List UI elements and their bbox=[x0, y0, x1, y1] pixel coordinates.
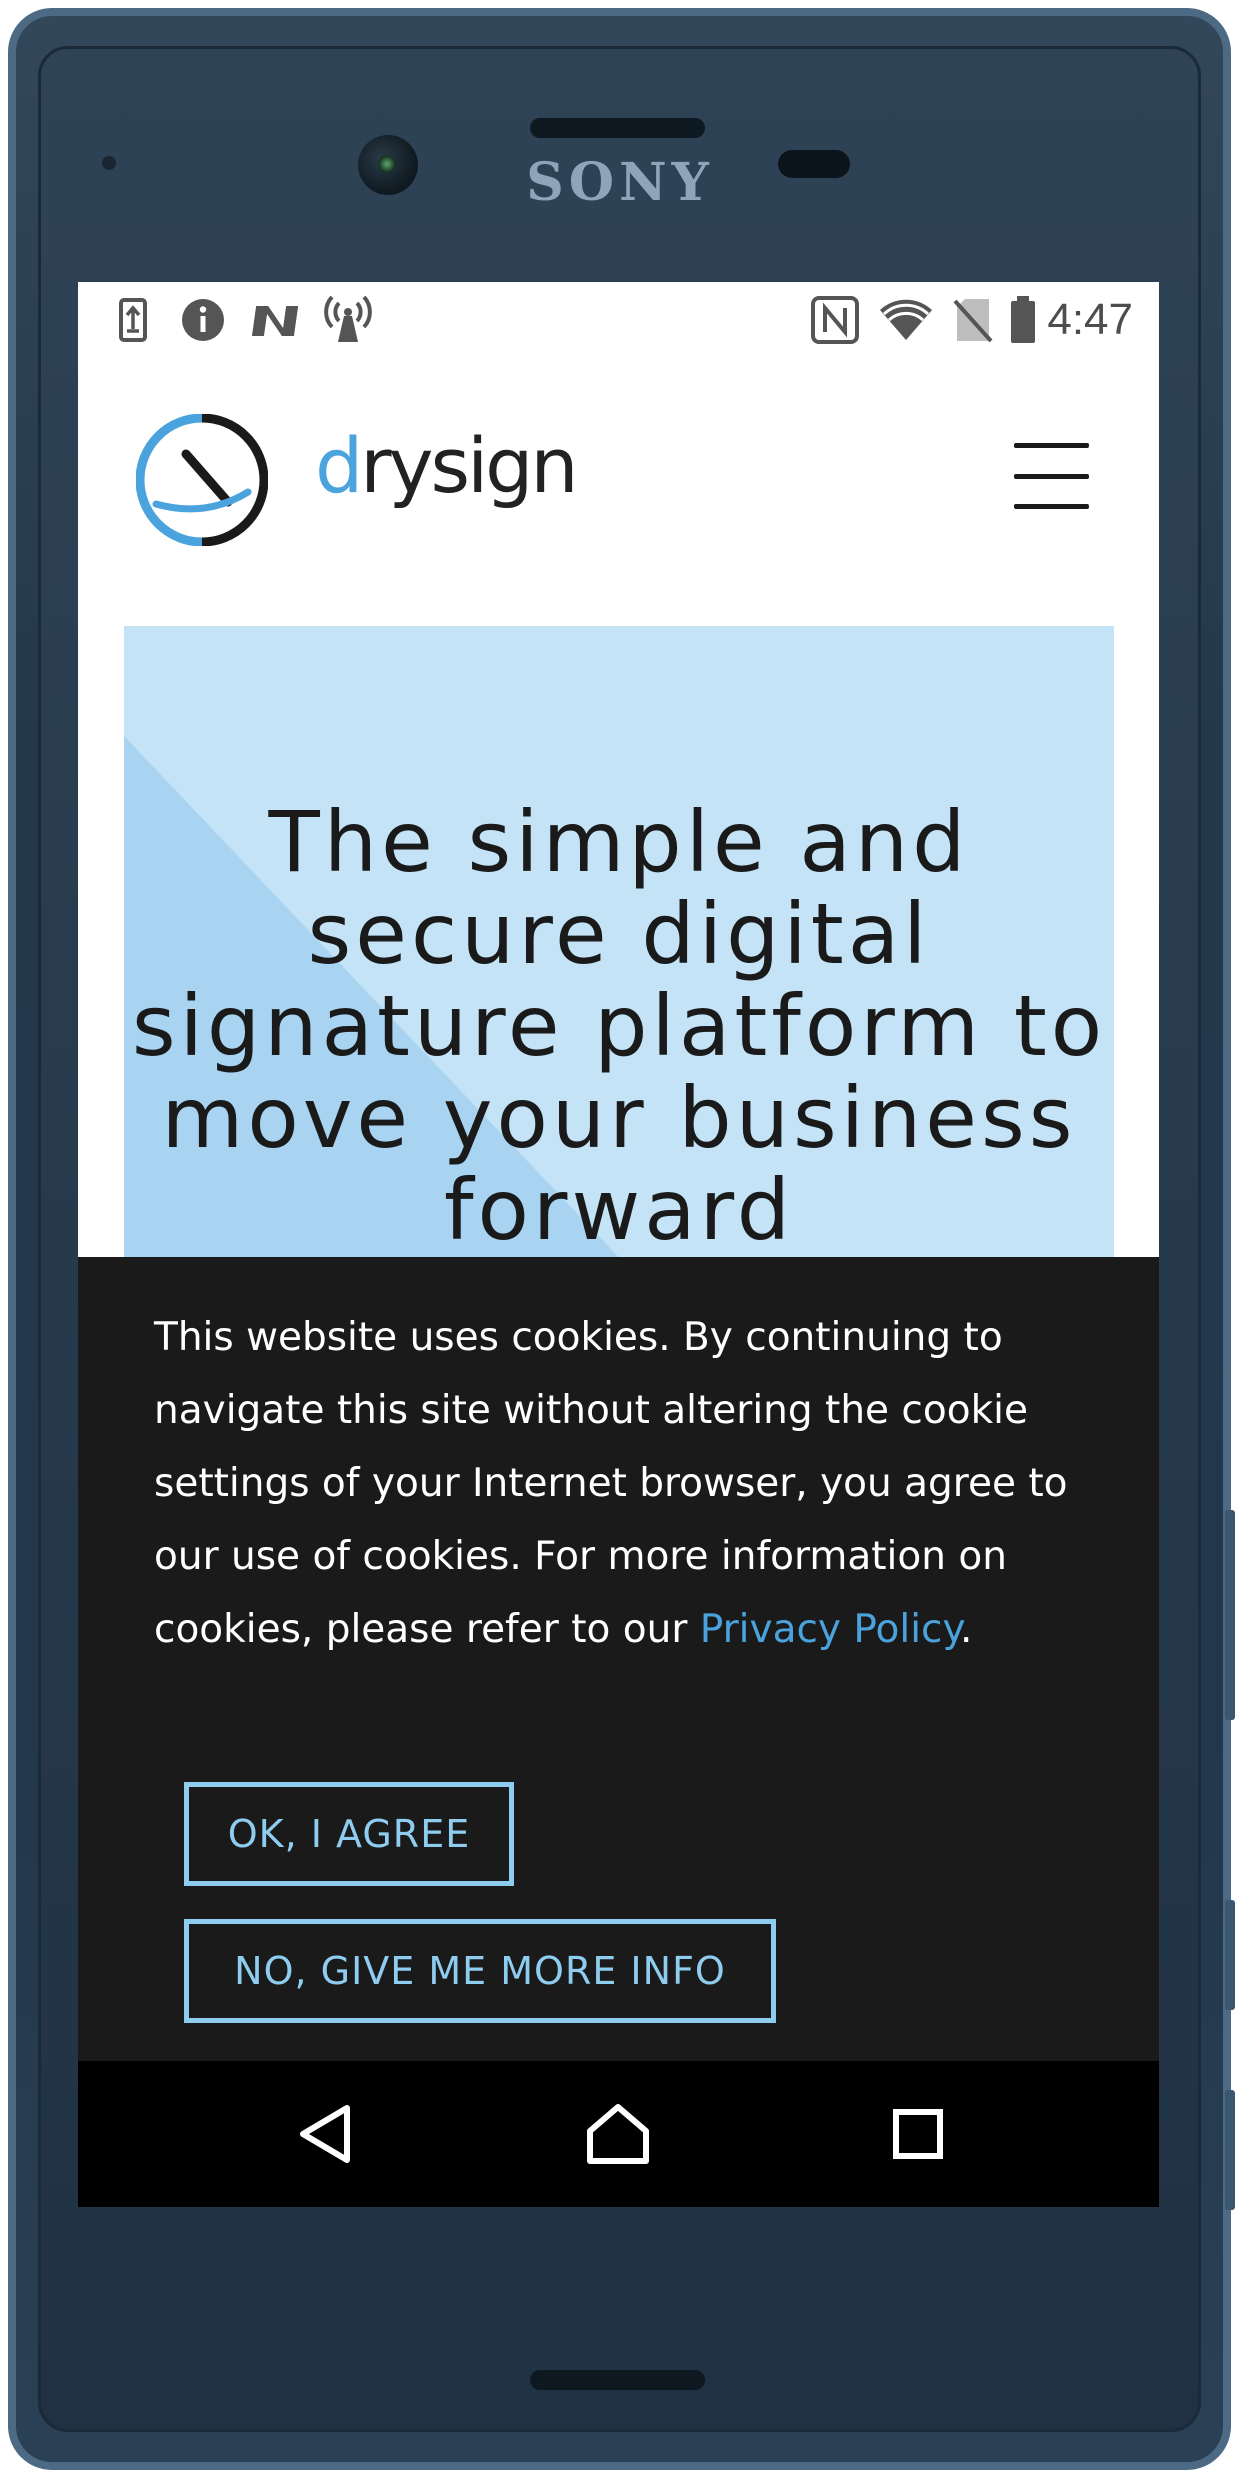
wifi-icon bbox=[878, 296, 934, 344]
logo-text-rest: rysign bbox=[360, 421, 578, 510]
proximity-sensor-dot bbox=[102, 156, 116, 170]
privacy-policy-link[interactable]: Privacy Policy bbox=[700, 1607, 960, 1652]
camera-button bbox=[1225, 2090, 1235, 2210]
hero-section: The simple and secure digital signature … bbox=[124, 626, 1114, 1326]
cookie-banner: This website uses cookies. By continuing… bbox=[78, 1257, 1159, 2061]
light-sensor bbox=[778, 150, 850, 178]
recents-square-icon[interactable] bbox=[883, 2099, 953, 2169]
cookie-message-end: . bbox=[960, 1607, 973, 1652]
android-nav-bar bbox=[78, 2061, 1159, 2207]
power-button bbox=[1225, 1900, 1235, 2010]
clock-time: 4:47 bbox=[1047, 295, 1133, 344]
bottom-speaker bbox=[530, 2370, 705, 2390]
n-notification-icon bbox=[248, 296, 300, 344]
battery-icon bbox=[1008, 296, 1038, 344]
more-info-button[interactable]: NO, GIVE ME MORE INFO bbox=[184, 1919, 776, 2023]
menu-line bbox=[1014, 473, 1089, 479]
home-icon[interactable] bbox=[583, 2099, 653, 2169]
info-icon bbox=[180, 296, 226, 344]
hero-title: The simple and secure digital signature … bbox=[131, 793, 1107, 1259]
menu-line bbox=[1014, 504, 1089, 509]
status-bar: 4:47 bbox=[78, 282, 1159, 358]
back-triangle-icon[interactable] bbox=[290, 2099, 360, 2169]
device-brand: SONY bbox=[526, 152, 714, 213]
earpiece-speaker bbox=[530, 118, 705, 138]
menu-line bbox=[1014, 443, 1089, 448]
hamburger-menu-icon[interactable] bbox=[1014, 443, 1089, 509]
no-sim-icon bbox=[952, 296, 994, 344]
drysign-logo-icon[interactable] bbox=[135, 413, 269, 550]
usb-transfer-icon bbox=[116, 296, 150, 344]
cookie-message: This website uses cookies. By continuing… bbox=[154, 1301, 1084, 1666]
hotspot-icon bbox=[322, 296, 374, 344]
front-camera bbox=[358, 135, 418, 195]
logo-text-accent: d bbox=[315, 421, 363, 510]
nfc-icon bbox=[810, 296, 860, 344]
cookie-message-text: This website uses cookies. By continuing… bbox=[154, 1315, 1068, 1652]
volume-button bbox=[1225, 1510, 1235, 1720]
ok-agree-button[interactable]: OK, I AGREE bbox=[184, 1782, 514, 1886]
phone-screen: 4:47 drysign The simple and secure digit… bbox=[78, 282, 1159, 2207]
site-header: drysign bbox=[78, 358, 1159, 588]
drysign-logo-text[interactable]: drysign bbox=[315, 416, 579, 516]
